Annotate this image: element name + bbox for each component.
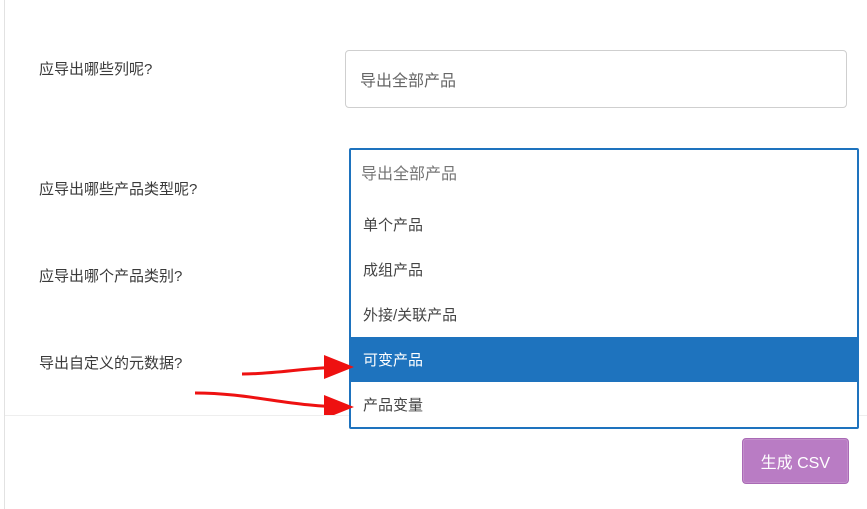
label-category: 应导出哪个产品类别? bbox=[5, 257, 345, 286]
dropdown-option-single[interactable]: 单个产品 bbox=[351, 202, 857, 247]
dropdown-option-external[interactable]: 外接/关联产品 bbox=[351, 292, 857, 337]
dropdown-option-grouped[interactable]: 成组产品 bbox=[351, 247, 857, 292]
label-columns: 应导出哪些列呢? bbox=[5, 50, 345, 79]
export-form: 应导出哪些列呢? 导出全部产品 应导出哪些产品类型呢? 应导出哪个产品类别? 导… bbox=[4, 0, 867, 509]
generate-csv-button[interactable]: 生成 CSV bbox=[742, 438, 849, 484]
row-columns: 应导出哪些列呢? 导出全部产品 bbox=[5, 0, 867, 108]
dropdown-option-variable[interactable]: 可变产品 bbox=[351, 337, 857, 382]
columns-select[interactable]: 导出全部产品 bbox=[345, 50, 847, 108]
dropdown-option-variation[interactable]: 产品变量 bbox=[351, 382, 857, 427]
arrow-annotation-icon bbox=[191, 385, 356, 415]
field-columns: 导出全部产品 bbox=[345, 50, 867, 108]
label-custom-meta: 导出自定义的元数据? bbox=[5, 344, 345, 373]
product-type-dropdown[interactable]: 单个产品 成组产品 外接/关联产品 可变产品 产品变量 bbox=[349, 148, 859, 429]
label-product-types: 应导出哪些产品类型呢? bbox=[5, 170, 345, 199]
dropdown-search-input[interactable] bbox=[351, 150, 857, 202]
